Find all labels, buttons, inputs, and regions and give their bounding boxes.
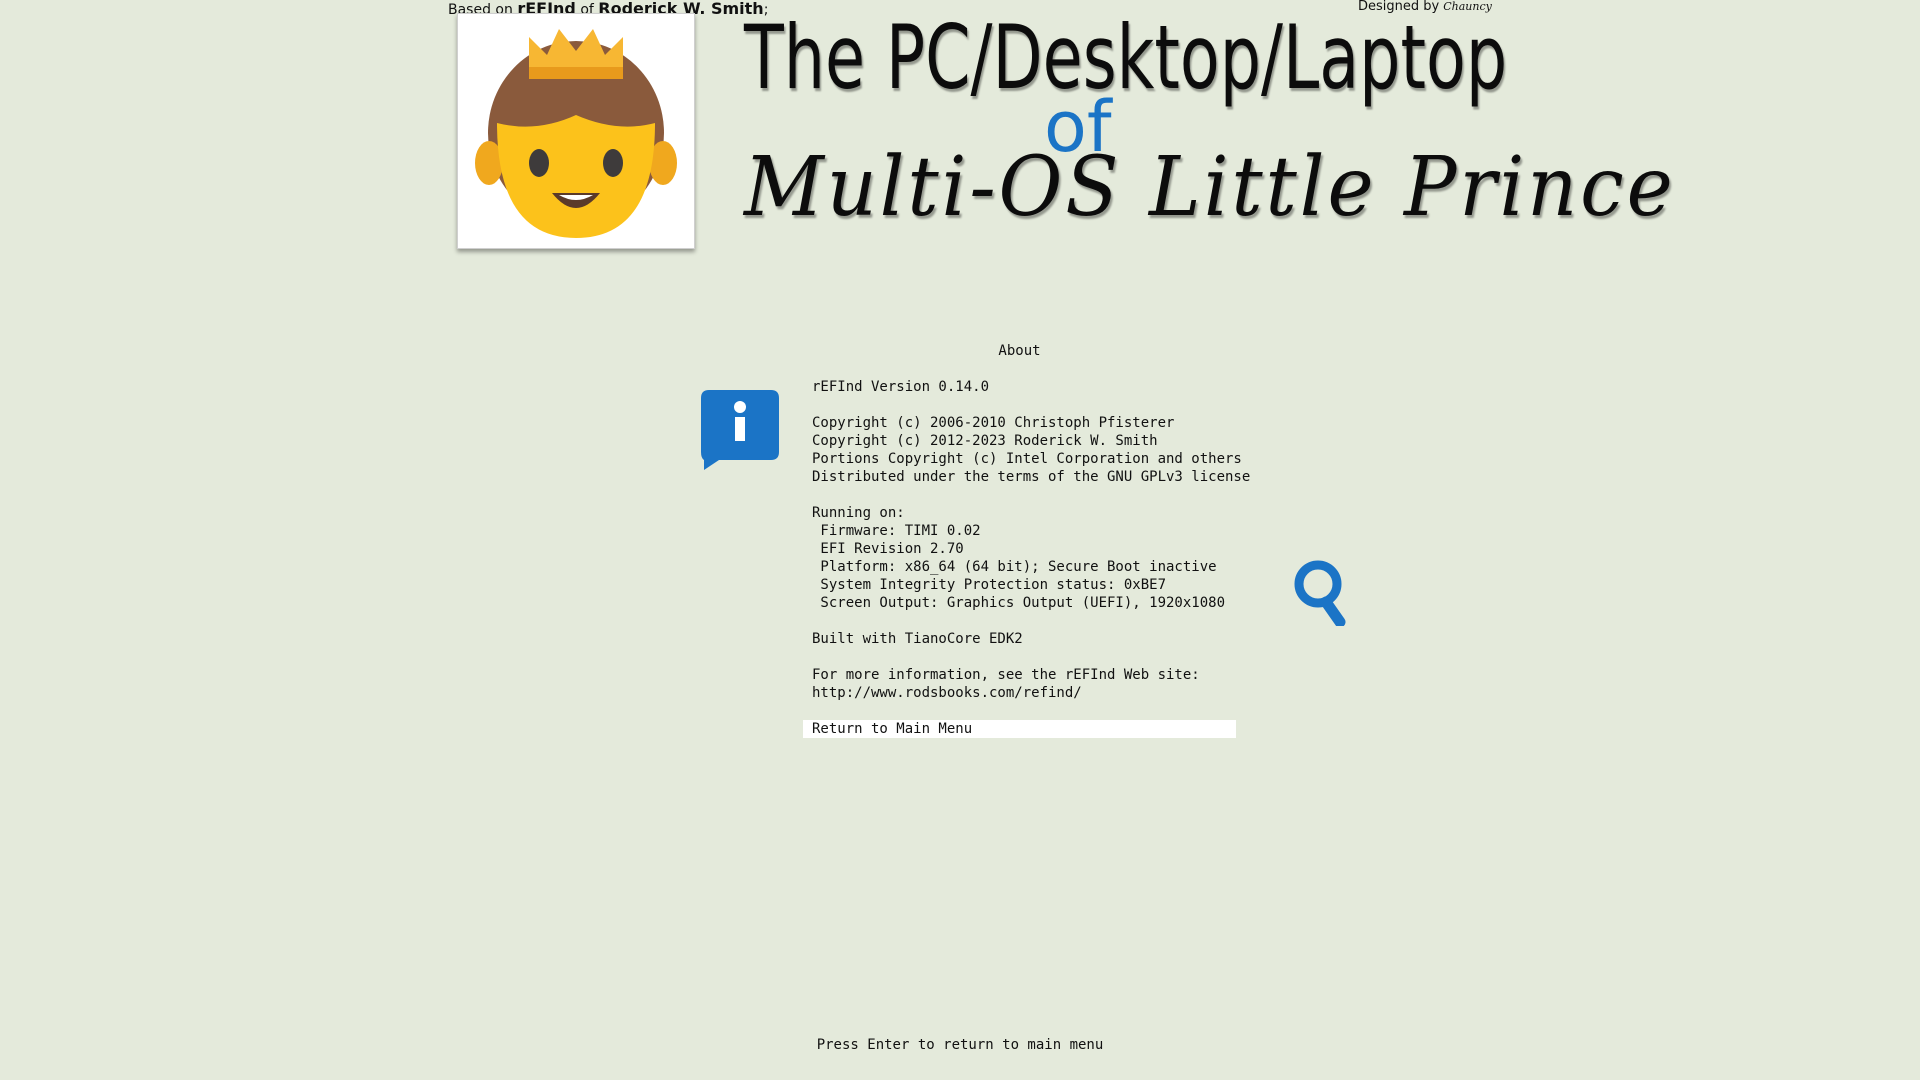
about-panel: About rEFInd Version 0.14.0 Copyright (c… — [803, 342, 1250, 738]
about-line: EFI Revision 2.70 — [812, 541, 964, 557]
about-line: rEFInd Version 0.14.0 — [812, 379, 990, 395]
about-title: About — [998, 343, 1041, 359]
about-line: Portions Copyright (c) Intel Corporation… — [812, 451, 1242, 467]
return-to-main-menu-item[interactable]: Return to Main Menu — [803, 720, 1236, 738]
about-line: Firmware: TIMI 0.02 — [812, 523, 981, 539]
keyboard-hint: Press Enter to return to main menu — [816, 1037, 1104, 1053]
info-icon — [701, 390, 779, 476]
about-line: Platform: x86_64 (64 bit); Secure Boot i… — [812, 559, 1217, 575]
search-icon[interactable] — [1293, 558, 1349, 630]
about-line: System Integrity Protection status: 0xBE… — [812, 577, 1167, 593]
about-line: http://www.rodsbooks.com/refind/ — [812, 685, 1082, 701]
about-line: Distributed under the terms of the GNU G… — [812, 469, 1251, 485]
about-line: Copyright (c) 2012-2023 Roderick W. Smit… — [812, 433, 1158, 449]
banner-title-line1: The PC/Desktop/Laptop — [744, 6, 1508, 109]
about-line: Built with TianoCore EDK2 — [812, 631, 1023, 647]
prince-emoji-icon — [467, 23, 685, 241]
about-line: Screen Output: Graphics Output (UEFI), 1… — [812, 595, 1226, 611]
about-line: Copyright (c) 2006-2010 Christoph Pfiste… — [812, 415, 1175, 431]
about-line: For more information, see the rEFInd Web… — [812, 667, 1200, 683]
banner-portrait — [457, 13, 695, 249]
banner-title-line3: Multi-OS Little Prince — [744, 140, 1676, 235]
menu-item-label: Return to Main Menu — [812, 721, 973, 737]
about-line: Running on: — [812, 505, 905, 521]
